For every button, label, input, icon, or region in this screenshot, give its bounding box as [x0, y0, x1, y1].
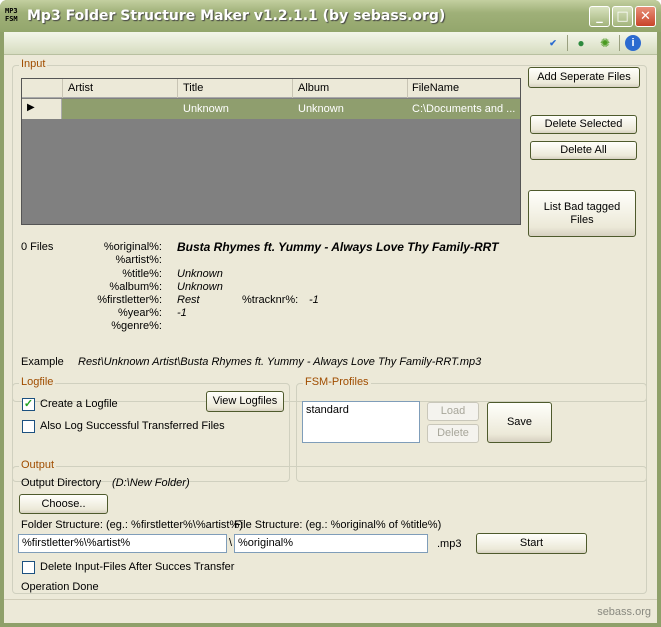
column-filename[interactable]: FileName: [412, 82, 459, 94]
file-structure-label: File Structure: (eg.: %original% of %tit…: [234, 519, 442, 531]
app-icon: MP3 FSM: [5, 7, 18, 23]
files-grid[interactable]: Artist Title Album FileName ▶ Unknown Un…: [21, 78, 521, 225]
tag-label: %firstletter%:: [97, 294, 162, 306]
also-log-checkbox[interactable]: [22, 420, 35, 433]
tag-firstletter-value: Rest: [177, 294, 200, 306]
path-separator: \: [229, 537, 233, 549]
app-window: MP3 FSM Mp3 Folder Structure Maker v1.2.1…: [0, 0, 661, 627]
delete-selected-button[interactable]: Delete Selected: [530, 115, 637, 134]
delete-input-files-label[interactable]: Delete Input-Files After Succes Transfer: [40, 561, 234, 573]
cell-filename: C:\Documents and ...: [412, 103, 516, 115]
extension-label: .mp3: [437, 538, 462, 550]
view-logfiles-button[interactable]: View Logfiles: [206, 391, 284, 412]
bug-icon[interactable]: ✺: [597, 35, 613, 51]
profiles-list[interactable]: standard: [302, 401, 420, 443]
spellcheck-icon[interactable]: ✔: [545, 35, 561, 51]
delete-all-button[interactable]: Delete All: [530, 141, 637, 160]
column-album[interactable]: Album: [298, 82, 329, 94]
profile-item[interactable]: standard: [306, 404, 416, 416]
toolbar-separator: [619, 35, 620, 51]
folder-structure-input[interactable]: %firstletter%\%artist%: [18, 534, 227, 553]
output-directory-label: Output Directory: [21, 477, 102, 489]
cell-title: Unknown: [183, 103, 229, 115]
close-button[interactable]: ✕: [635, 6, 656, 27]
tag-year-value: -1: [177, 307, 187, 319]
table-row[interactable]: Unknown Unknown C:\Documents and ...: [62, 99, 520, 119]
info-icon[interactable]: i: [625, 35, 641, 51]
cell-album: Unknown: [298, 103, 344, 115]
row-selector[interactable]: ▶: [22, 99, 62, 119]
tag-album-value: Unknown: [177, 281, 223, 293]
create-logfile-checkbox[interactable]: ✓: [22, 398, 35, 411]
tag-tracknr-value: -1: [309, 294, 319, 306]
also-log-label[interactable]: Also Log Successful Transferred Files: [40, 420, 225, 432]
folder-structure-label: Folder Structure: (eg.: %firstletter%\%a…: [21, 519, 243, 531]
add-separate-files-button[interactable]: Add Seperate Files: [528, 67, 640, 88]
tag-label: %original%:: [103, 241, 162, 253]
status-bar-text[interactable]: sebass.org: [597, 606, 651, 618]
toolbar: ✔ ● ✺ i: [4, 32, 657, 55]
column-title[interactable]: Title: [183, 82, 203, 94]
example-value: Rest\Unknown Artist\Busta Rhymes ft. Yum…: [78, 356, 482, 368]
client-area: ✔ ● ✺ i Input Artist Title Album FileNam…: [4, 32, 657, 623]
tag-title-value: Unknown: [177, 268, 223, 280]
tag-label: %album%:: [109, 281, 162, 293]
toolbar-separator: [567, 35, 568, 51]
profiles-group-label: FSM-Profiles: [303, 376, 371, 388]
window-title: Mp3 Folder Structure Maker v1.2.1.1 (by …: [27, 8, 446, 24]
delete-input-files-checkbox[interactable]: [22, 561, 35, 574]
tag-label: %genre%:: [111, 320, 162, 332]
tag-original-value: Busta Rhymes ft. Yummy - Always Love Thy…: [177, 240, 499, 254]
output-group-label: Output: [19, 459, 57, 471]
list-bad-tagged-button[interactable]: List Bad tagged Files: [528, 190, 636, 237]
file-structure-input[interactable]: %original%: [234, 534, 428, 553]
delete-profile-button[interactable]: Delete: [427, 424, 479, 443]
globe-icon[interactable]: ●: [573, 35, 589, 51]
maximize-button[interactable]: □: [612, 6, 633, 27]
tag-label: %year%:: [117, 307, 162, 319]
start-button[interactable]: Start: [476, 533, 587, 554]
logfile-group-label: Logfile: [19, 376, 56, 388]
save-profile-button[interactable]: Save: [487, 402, 552, 443]
choose-directory-button[interactable]: Choose..: [19, 494, 108, 514]
output-directory-value: (D:\New Folder): [112, 477, 190, 489]
operation-status: Operation Done: [21, 581, 99, 593]
tag-label: %title%:: [122, 268, 162, 280]
load-profile-button[interactable]: Load: [427, 402, 479, 421]
status-bar: sebass.org: [4, 599, 657, 623]
example-label: Example: [21, 356, 64, 368]
minimize-button[interactable]: _: [589, 6, 610, 27]
column-artist[interactable]: Artist: [68, 82, 93, 94]
title-bar[interactable]: MP3 FSM Mp3 Folder Structure Maker v1.2.1…: [0, 0, 661, 32]
tag-label: %artist%:: [115, 254, 162, 266]
input-group-label: Input: [19, 58, 48, 70]
grid-header: Artist Title Album FileName: [22, 79, 520, 98]
tag-label: %tracknr%:: [242, 294, 299, 306]
create-logfile-label[interactable]: Create a Logfile: [40, 398, 118, 410]
